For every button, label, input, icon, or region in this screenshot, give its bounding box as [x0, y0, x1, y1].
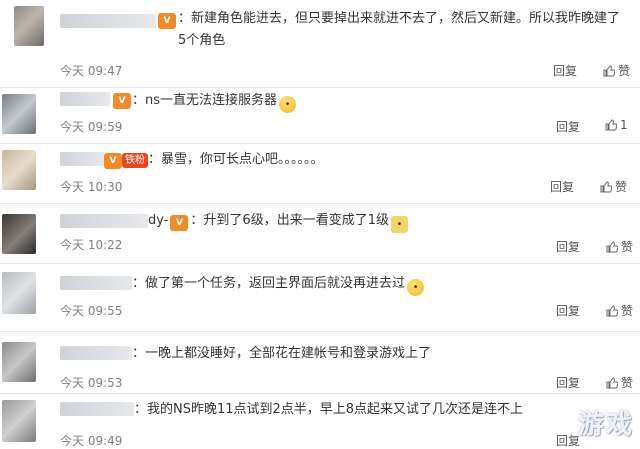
like-label: 赞: [621, 240, 634, 254]
emoji-icon: •: [390, 216, 408, 233]
username-suffix[interactable]: dy-: [148, 213, 168, 228]
comment-time: 今天 10:22: [60, 238, 123, 252]
like-button[interactable]: 1: [605, 118, 628, 132]
vip-badge-icon: V: [113, 93, 131, 109]
username-blurred[interactable]: [60, 152, 104, 166]
fan-badge: 铁粉: [122, 153, 148, 168]
comment-text: ：暴雪，你可长点心吧。。。。。。: [148, 152, 324, 167]
thumbs-up-icon: [600, 181, 613, 193]
comment-item: V ：ns一直无法连接服务器 • 今天 09:59 回复 1: [0, 88, 640, 144]
username-blurred[interactable]: [60, 276, 132, 290]
emoji-icon: •: [279, 96, 297, 113]
emoji-icon: •: [407, 279, 425, 296]
avatar[interactable]: [2, 272, 36, 314]
like-label: 赞: [621, 304, 634, 318]
avatar[interactable]: [2, 214, 36, 254]
comment-item: ：我的NS昨晚11点试到2点半，早上8点起来又试了几次还是连不上 今天 09:4…: [0, 394, 640, 449]
reply-button[interactable]: 回复: [556, 238, 580, 255]
username-blurred[interactable]: [60, 402, 134, 416]
like-button[interactable]: 赞: [600, 178, 627, 195]
thumbs-up-icon: [605, 119, 618, 131]
reply-button[interactable]: 回复: [556, 118, 580, 135]
comment-text: ：我的NS昨晚11点试到2点半，早上8点起来又试了几次还是连不上: [134, 402, 524, 417]
comment-text: ：ns一直无法连接服务器 •: [132, 90, 297, 113]
like-button[interactable]: 赞: [606, 374, 633, 391]
comment-time: 今天 10:30: [60, 180, 123, 194]
like-label: 赞: [618, 64, 631, 78]
comment-time: 今天 09:59: [60, 120, 123, 134]
comment-time: 今天 09:53: [60, 376, 123, 390]
username-blurred[interactable]: [60, 14, 156, 28]
like-button[interactable]: 赞: [606, 302, 633, 319]
like-label: 赞: [615, 180, 628, 194]
thumbs-up-icon: [606, 241, 619, 253]
like-label: 赞: [621, 376, 634, 390]
comment-item: dy- V ：升到了6级，出来一看变成了1级 • 今天 10:22 回复 赞: [0, 204, 640, 264]
comment-item: ：一晚上都没睡好，全部花在建帐号和登录游戏上了 今天 09:53 回复 赞: [0, 332, 640, 394]
reply-button[interactable]: 回复: [556, 432, 580, 449]
thumbs-up-icon: [606, 377, 619, 389]
username-blurred[interactable]: [60, 214, 148, 228]
avatar[interactable]: [2, 342, 36, 382]
like-button[interactable]: 赞: [606, 238, 633, 255]
comment-text: ：做了第一个任务，返回主界面后就没再进去过 •: [132, 273, 425, 296]
comment-text: ：新建角色能进去，但只要掉出来就进不去了，然后又新建。所以我昨晚建了5个角色: [178, 11, 621, 48]
site-watermark: 游戏: [577, 410, 634, 440]
like-count: 1: [620, 118, 628, 132]
username-blurred[interactable]: [60, 346, 132, 360]
comment-time: 今天 09:55: [60, 304, 123, 318]
avatar[interactable]: [14, 6, 44, 46]
comment-text: dy- V ：升到了6级，出来一看变成了1级 •: [148, 210, 408, 233]
username-blurred[interactable]: [60, 92, 110, 106]
vip-badge-icon: V: [158, 13, 176, 29]
thumbs-up-icon: [606, 305, 619, 317]
avatar[interactable]: [2, 400, 36, 442]
reply-button[interactable]: 回复: [556, 374, 580, 391]
reply-button[interactable]: 回复: [556, 302, 580, 319]
comment-item: V 铁粉 ：暴雪，你可长点心吧。。。。。。 今天 10:30 回复 赞: [0, 144, 640, 204]
comment-text: ：一晚上都没睡好，全部花在建帐号和登录游戏上了: [132, 346, 432, 361]
avatar[interactable]: [2, 150, 36, 190]
reply-button[interactable]: 回复: [553, 62, 577, 79]
comment-time: 今天 09:47: [60, 64, 123, 78]
thumbs-up-icon: [603, 65, 616, 77]
comment-time: 今天 09:49: [60, 434, 123, 448]
vip-badge-icon: V: [104, 153, 122, 169]
comment-item: ：做了第一个任务，返回主界面后就没再进去过 • 今天 09:55 回复 赞: [0, 264, 640, 332]
like-button[interactable]: 赞: [603, 62, 630, 79]
reply-button[interactable]: 回复: [550, 178, 574, 195]
comment-item: V ：新建角色能进去，但只要掉出来就进不去了，然后又新建。所以我昨晚建了5个角色…: [0, 0, 640, 88]
avatar[interactable]: [2, 94, 36, 134]
vip-badge-icon: V: [170, 215, 189, 231]
